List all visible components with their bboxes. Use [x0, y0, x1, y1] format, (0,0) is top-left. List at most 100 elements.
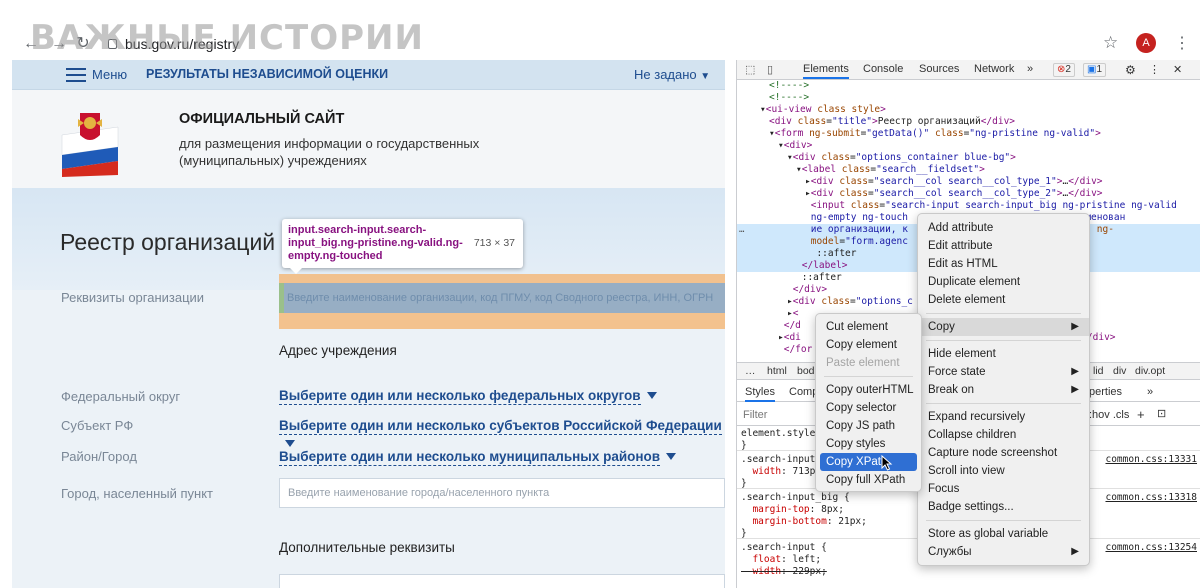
menu-item-copy-xpath[interactable]: Copy XPath	[820, 453, 917, 471]
area-select[interactable]: Выберите один или несколько муниципальны…	[279, 448, 677, 466]
caret-down-icon	[285, 440, 295, 448]
menu-item-службы[interactable]: Службы ▶	[918, 543, 1089, 561]
district-select[interactable]: Выберите один или несколько федеральных …	[279, 387, 657, 405]
messages-badge[interactable]: ▣1	[1083, 63, 1107, 77]
inspect-icon[interactable]: ⬚	[745, 63, 755, 76]
style-rule-line[interactable]: width: 229px;	[741, 566, 826, 578]
dom-node-line[interactable]: ▸<div class="search__col search__col_typ…	[737, 188, 1200, 200]
errors-badge[interactable]: ⊗2	[1053, 63, 1075, 77]
style-rule-line[interactable]: .search-input_big {	[741, 492, 850, 504]
menu-item-scroll-into-view[interactable]: Scroll into view	[918, 462, 1089, 480]
style-rule-line[interactable]: .search-input_	[741, 454, 821, 466]
menu-item-capture-node-screenshot[interactable]: Capture node screenshot	[918, 444, 1089, 462]
menu-item-label: Copy styles	[826, 438, 886, 450]
menu-item-cut-element[interactable]: Cut element	[816, 318, 921, 336]
menu-item-add-attribute[interactable]: Add attribute	[918, 219, 1089, 237]
menu-item-label: Paste element	[826, 357, 900, 369]
tab-console[interactable]: Console	[863, 63, 903, 75]
bookmark-star-icon[interactable]: ☆	[1103, 33, 1118, 53]
style-source-link[interactable]: common.css:13331	[1105, 454, 1197, 466]
menu-item-copy[interactable]: Copy ▶	[918, 318, 1089, 336]
style-source-link[interactable]: common.css:13318	[1105, 492, 1197, 504]
menu-item-expand-recursively[interactable]: Expand recursively	[918, 408, 1089, 426]
menu-button[interactable]: Меню	[92, 67, 127, 82]
menu-item-edit-as-html[interactable]: Edit as HTML	[918, 255, 1089, 273]
devtools-menu-icon[interactable]: ⋮	[1149, 63, 1160, 76]
computed-sidebar-icon[interactable]: ⊡	[1157, 407, 1166, 420]
menu-item-break-on[interactable]: Break on ▶	[918, 381, 1089, 399]
breadcrumb-item[interactable]: bod	[797, 363, 815, 380]
menu-item-hide-element[interactable]: Hide element	[918, 345, 1089, 363]
menu-item-copy-full-xpath[interactable]: Copy full XPath	[816, 471, 921, 489]
close-icon[interactable]: ✕	[1173, 63, 1182, 76]
style-rule-line[interactable]: float: left;	[741, 554, 821, 566]
menu-item-copy-outerhtml[interactable]: Copy outerHTML	[816, 381, 921, 399]
dom-node-line[interactable]: <input class="search-input search-input_…	[737, 200, 1200, 212]
subject-value: Выберите один или несколько субъектов Ро…	[279, 418, 722, 435]
dom-node-line[interactable]: ▾<ui-view class style>	[737, 104, 1200, 116]
style-rule-line[interactable]: margin-top: 8px;	[741, 504, 844, 516]
tab-styles[interactable]: Styles	[745, 386, 775, 402]
settings-gear-icon[interactable]: ⚙	[1125, 63, 1136, 77]
dom-node-line[interactable]: <div class="title">Реестр организаций</d…	[737, 116, 1200, 128]
menu-item-edit-attribute[interactable]: Edit attribute	[918, 237, 1089, 255]
page-title: Реестр организаций	[60, 229, 276, 255]
menu-item-collapse-children[interactable]: Collapse children	[918, 426, 1089, 444]
menu-item-delete-element[interactable]: Delete element	[918, 291, 1089, 309]
menu-item-copy-styles[interactable]: Copy styles	[816, 435, 921, 453]
dom-node-line[interactable]: ▾<div class="options_container blue-bg">	[737, 152, 1200, 164]
messages-count: 1	[1096, 64, 1103, 75]
hov-cls-toggles[interactable]: :hov .cls	[1089, 409, 1129, 421]
styles-filter-input[interactable]: Filter	[743, 409, 767, 421]
dom-node-line[interactable]: ▾<form ng-submit="getData()" class="ng-p…	[737, 128, 1200, 140]
dom-node-line[interactable]: <!---->	[737, 92, 1200, 104]
errors-count: 2	[1065, 64, 1071, 75]
style-source-link[interactable]: common.css:13254	[1105, 542, 1197, 554]
region-selector[interactable]: Не задано ▼	[634, 67, 710, 82]
tab-sources[interactable]: Sources	[919, 63, 959, 75]
dom-node-line[interactable]: ▾<div>	[737, 140, 1200, 152]
menu-item-store-as-global-variable[interactable]: Store as global variable	[918, 525, 1089, 543]
dom-node-line[interactable]: <!---->	[737, 80, 1200, 92]
menu-item-label: Copy full XPath	[826, 474, 906, 486]
tab-computed[interactable]: Comp	[789, 386, 818, 398]
style-rule-line[interactable]: element.style {	[741, 428, 827, 440]
browser-menu-icon[interactable]: ⋮	[1174, 33, 1190, 53]
style-rule-line[interactable]: margin-bottom: 21px;	[741, 516, 866, 528]
breadcrumb-item[interactable]: …	[745, 363, 756, 380]
tab-properties[interactable]: perties	[1089, 386, 1122, 398]
extra-input[interactable]	[279, 574, 725, 588]
dom-node-line[interactable]: ▾<label class="search__fieldset">	[737, 164, 1200, 176]
breadcrumb-item[interactable]: lid	[1093, 363, 1104, 380]
menu-item-copy-selector[interactable]: Copy selector	[816, 399, 921, 417]
organization-search-input[interactable]: Введите наименование организации, код ПГ…	[284, 283, 725, 313]
device-toggle-icon[interactable]: ▯	[767, 63, 773, 76]
menu-item-focus[interactable]: Focus	[918, 480, 1089, 498]
menu-item-force-state[interactable]: Force state ▶	[918, 363, 1089, 381]
breadcrumb-item[interactable]: div.opt	[1135, 363, 1165, 380]
menu-item-label: Copy outerHTML	[826, 384, 914, 396]
hamburger-icon[interactable]	[66, 68, 86, 82]
tab-network[interactable]: Network	[974, 63, 1014, 75]
more-tabs-icon[interactable]: »	[1027, 63, 1033, 75]
breadcrumb-item[interactable]: html	[767, 363, 787, 380]
style-rule-line[interactable]: width: 713p	[741, 466, 815, 478]
city-input[interactable]: Введите наименование города/населенного …	[279, 478, 725, 508]
dom-node-line[interactable]: ▸<div class="search__col search__col_typ…	[737, 176, 1200, 188]
menu-item-duplicate-element[interactable]: Duplicate element	[918, 273, 1089, 291]
menu-item-copy-element[interactable]: Copy element	[816, 336, 921, 354]
style-rule-line[interactable]: .search-input {	[741, 542, 827, 554]
profile-avatar[interactable]: A	[1136, 33, 1156, 53]
add-rule-icon[interactable]: +	[1137, 407, 1145, 422]
breadcrumb-item[interactable]: div	[1113, 363, 1126, 380]
menu-separator	[926, 402, 1081, 404]
menu-item-label: Copy	[928, 321, 955, 333]
menu-item-label: Edit attribute	[928, 240, 993, 252]
menu-item-label: Cut element	[826, 321, 889, 333]
menu-item-copy-js-path[interactable]: Copy JS path	[816, 417, 921, 435]
coat-of-arms-flag-logo[interactable]	[58, 105, 122, 177]
tab-elements[interactable]: Elements	[803, 63, 849, 79]
menu-item-badge-settings[interactable]: Badge settings...	[918, 498, 1089, 516]
more-tabs-icon[interactable]: »	[1147, 386, 1153, 398]
nav-link-independent-evaluation[interactable]: РЕЗУЛЬТАТЫ НЕЗАВИСИМОЙ ОЦЕНКИ	[146, 67, 388, 81]
